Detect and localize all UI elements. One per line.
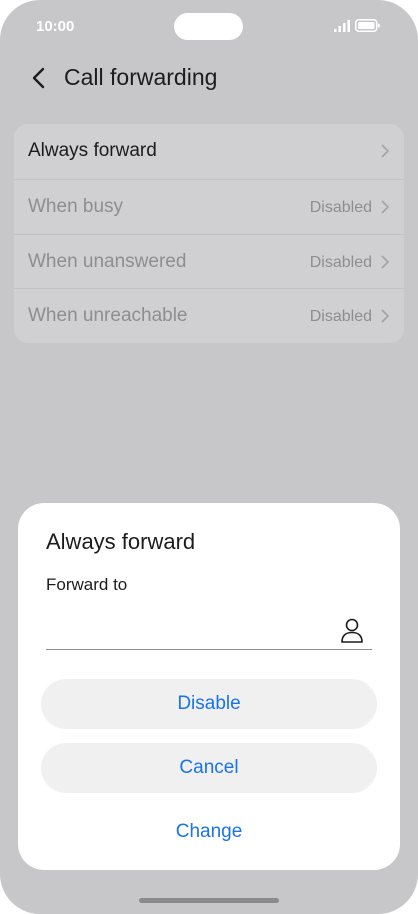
option-when-busy[interactable]: When busy Disabled	[14, 178, 404, 234]
option-status: Disabled	[309, 308, 372, 326]
phone-screen: 10:00 Call forwarding Always forward Whe…	[0, 0, 418, 914]
forward-number-input[interactable]	[46, 615, 330, 645]
option-status: Disabled	[309, 253, 372, 271]
signal-icon	[334, 20, 350, 32]
chevron-right-icon	[381, 309, 390, 323]
forward-to-field	[46, 611, 372, 650]
forwarding-options-list: Always forward When busy Disabled When u…	[14, 124, 404, 343]
option-when-unreachable[interactable]: When unreachable Disabled	[14, 288, 404, 343]
chevron-right-icon	[381, 200, 390, 214]
header: Call forwarding	[0, 56, 418, 100]
status-bar: 10:00	[0, 0, 418, 54]
option-always-forward[interactable]: Always forward	[14, 124, 404, 179]
dialog-title: Always forward	[46, 529, 196, 554]
disable-button[interactable]: Disable	[41, 679, 377, 729]
battery-icon	[355, 19, 380, 32]
option-label: When busy	[28, 195, 124, 217]
change-button[interactable]: Change	[41, 807, 377, 857]
dynamic-island	[174, 13, 243, 40]
cancel-button[interactable]: Cancel	[41, 743, 377, 793]
option-label: When unanswered	[28, 250, 187, 272]
contact-person-icon[interactable]	[340, 617, 364, 643]
page-title: Call forwarding	[64, 64, 218, 90]
home-indicator[interactable]	[139, 898, 279, 903]
back-arrow-icon[interactable]	[28, 66, 52, 90]
option-when-unanswered[interactable]: When unanswered Disabled	[14, 233, 404, 289]
option-status: Disabled	[309, 198, 372, 216]
option-label: Always forward	[28, 140, 157, 161]
option-label: When unreachable	[28, 305, 188, 327]
forward-dialog: Always forward Forward to Disable Cancel…	[18, 503, 400, 870]
chevron-right-icon	[381, 144, 390, 158]
forward-to-label: Forward to	[46, 575, 128, 594]
status-time: 10:00	[36, 18, 75, 35]
chevron-right-icon	[381, 254, 390, 269]
